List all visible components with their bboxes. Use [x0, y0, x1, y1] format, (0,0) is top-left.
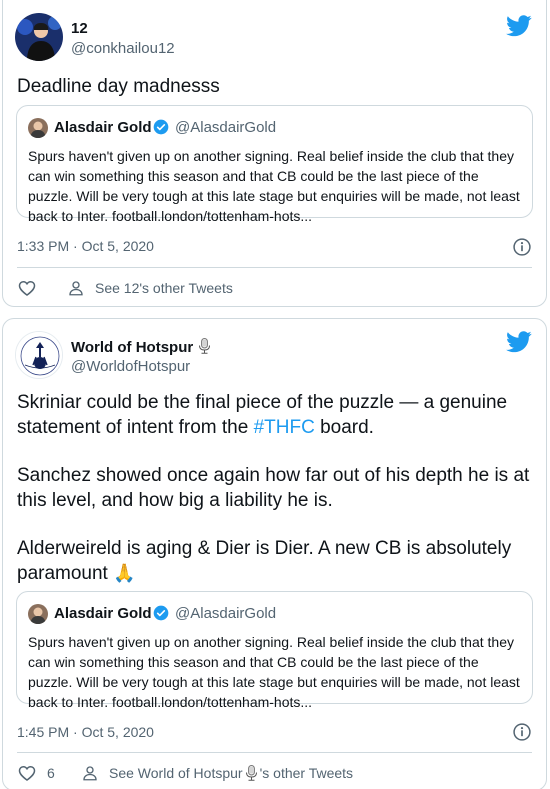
display-name-text[interactable]: World of Hotspur [71, 339, 193, 356]
see-other-tweets-label-suffix[interactable]: 's other Tweets [260, 765, 353, 781]
tweet-card[interactable]: 12 @conkhailou12 Deadline day madnesss A… [2, 0, 547, 307]
like-button[interactable]: 6 [17, 763, 55, 783]
hashtag-link[interactable]: #THFC [254, 417, 315, 438]
tweet-text-segment: Alderweireld is aging & Dier is Dier. A … [17, 538, 512, 584]
folded-hands-emoji: 🙏 [113, 563, 136, 583]
tweet-paragraph: Sanchez showed once again how far out of… [17, 465, 530, 511]
avatar[interactable] [28, 604, 48, 624]
like-button[interactable] [17, 278, 37, 298]
tweet-paragraph: Deadline day madnesss [17, 76, 220, 97]
divider [17, 267, 532, 268]
verified-badge-icon [153, 119, 169, 135]
quoted-handle[interactable]: @AlasdairGold [175, 605, 276, 622]
timestamp[interactable]: 1:33 PM · Oct 5, 2020 [17, 238, 154, 254]
person-icon [83, 766, 97, 781]
see-other-tweets-label[interactable]: See World of Hotspur [109, 765, 243, 781]
person-icon [69, 281, 83, 296]
quoted-tweet[interactable]: Alasdair Gold @AlasdairGold Spurs haven'… [16, 591, 533, 710]
display-name[interactable]: 12 [71, 20, 88, 37]
see-other-tweets-link[interactable]: See World of Hotspur 's other Tweets [81, 763, 353, 783]
quoted-tweet[interactable]: Alasdair Gold @AlasdairGold Spurs haven'… [16, 105, 533, 224]
handle[interactable]: @conkhailou12 [71, 40, 175, 57]
quoted-display-name[interactable]: Alasdair Gold [54, 605, 152, 622]
quoted-display-name[interactable]: Alasdair Gold [54, 119, 152, 136]
quoted-text: Spurs haven't given up on another signin… [28, 634, 520, 710]
tweet-text: Skriniar could be the final piece of the… [17, 390, 532, 586]
heart-icon [18, 280, 36, 297]
info-icon[interactable] [512, 237, 532, 257]
see-other-tweets-label[interactable]: See 12's other Tweets [95, 280, 233, 296]
tweet-paragraph: Alderweireld is aging & Dier is Dier. A … [17, 536, 532, 586]
display-name[interactable]: World of Hotspur [71, 338, 212, 356]
heart-icon [18, 765, 36, 782]
tweet-paragraph: Skriniar could be the final piece of the… [17, 390, 532, 440]
avatar[interactable] [15, 331, 63, 379]
microphone-icon [199, 338, 211, 354]
divider [17, 752, 532, 753]
info-icon[interactable] [512, 722, 532, 742]
twitter-bird-icon[interactable] [506, 331, 532, 353]
tweet-text: Deadline day madnesss [17, 74, 532, 99]
avatar[interactable] [15, 13, 63, 61]
tweet-text-segment: board. [314, 417, 374, 438]
quoted-handle[interactable]: @AlasdairGold [175, 119, 276, 136]
microphone-icon [245, 765, 257, 781]
like-count: 6 [47, 765, 55, 781]
handle[interactable]: @WorldofHotspur [71, 358, 190, 375]
timestamp[interactable]: 1:45 PM · Oct 5, 2020 [17, 724, 154, 740]
verified-badge-icon [153, 605, 169, 621]
tweet-card[interactable]: World of Hotspur @WorldofHotspur Skrinia… [2, 318, 547, 789]
quoted-text: Spurs haven't given up on another signin… [28, 148, 520, 224]
see-other-tweets-link[interactable]: See 12's other Tweets [67, 278, 233, 298]
avatar[interactable] [28, 118, 48, 138]
twitter-bird-icon[interactable] [506, 15, 532, 37]
